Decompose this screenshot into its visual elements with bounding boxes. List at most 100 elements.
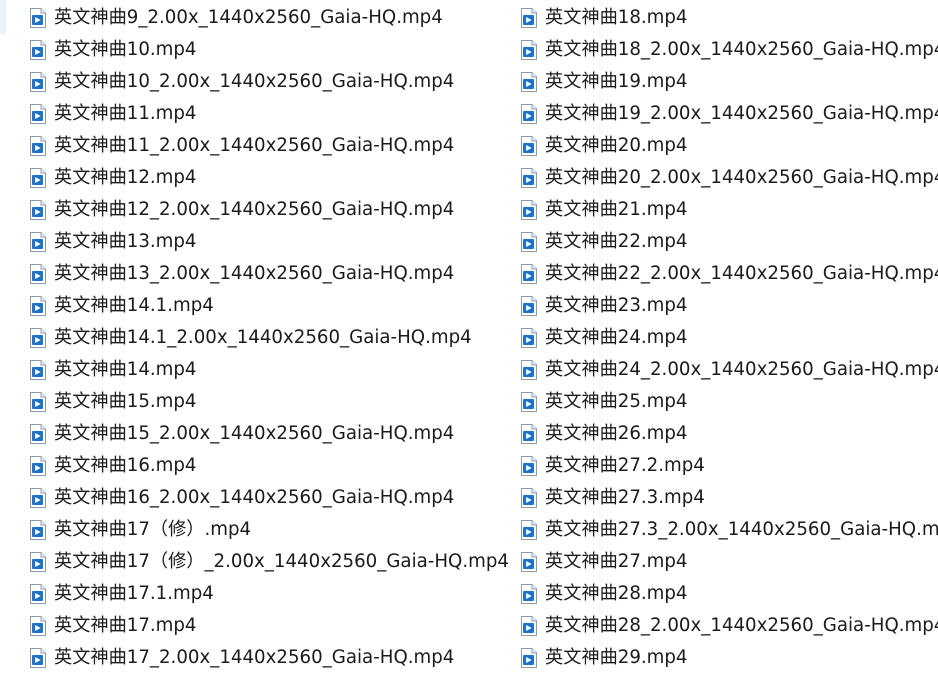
file-name: 英文神曲28.mp4 xyxy=(545,583,688,604)
file-item[interactable]: 英文神曲20.mp4 xyxy=(517,130,938,162)
file-name: 英文神曲24.mp4 xyxy=(545,327,688,348)
file-item[interactable]: 英文神曲17.1.mp4 xyxy=(26,578,496,610)
file-item[interactable]: 英文神曲17（修）_2.00x_1440x2560_Gaia-HQ.mp4 xyxy=(26,546,509,578)
video-file-icon xyxy=(520,520,538,540)
file-item[interactable]: 英文神曲24_2.00x_1440x2560_Gaia-HQ.mp4 xyxy=(517,354,938,386)
file-item[interactable]: 英文神曲13_2.00x_1440x2560_Gaia-HQ.mp4 xyxy=(26,258,496,290)
file-name: 英文神曲24_2.00x_1440x2560_Gaia-HQ.mp4 xyxy=(545,359,938,380)
file-name: 英文神曲14.mp4 xyxy=(54,359,197,380)
file-item[interactable]: 英文神曲14.mp4 xyxy=(26,354,496,386)
file-name: 英文神曲10_2.00x_1440x2560_Gaia-HQ.mp4 xyxy=(54,71,455,92)
file-item[interactable]: 英文神曲28.mp4 xyxy=(517,578,938,610)
video-file-icon xyxy=(520,136,538,156)
file-item[interactable]: 英文神曲24.mp4 xyxy=(517,322,938,354)
file-item[interactable]: 英文神曲16.mp4 xyxy=(26,450,496,482)
file-name: 英文神曲22.mp4 xyxy=(545,231,688,252)
file-name: 英文神曲11_2.00x_1440x2560_Gaia-HQ.mp4 xyxy=(54,135,455,156)
video-file-icon xyxy=(29,360,47,380)
file-name: 英文神曲28_2.00x_1440x2560_Gaia-HQ.mp4 xyxy=(545,615,938,636)
file-name: 英文神曲26.mp4 xyxy=(545,423,688,444)
file-item[interactable]: 英文神曲16_2.00x_1440x2560_Gaia-HQ.mp4 xyxy=(26,482,496,514)
file-name: 英文神曲18.mp4 xyxy=(545,7,688,28)
file-item[interactable]: 英文神曲17.mp4 xyxy=(26,610,496,642)
file-name: 英文神曲15_2.00x_1440x2560_Gaia-HQ.mp4 xyxy=(54,423,455,444)
video-file-icon xyxy=(520,72,538,92)
file-item[interactable]: 英文神曲20_2.00x_1440x2560_Gaia-HQ.mp4 xyxy=(517,162,938,194)
video-file-icon xyxy=(520,296,538,316)
video-file-icon xyxy=(29,72,47,92)
file-name: 英文神曲10.mp4 xyxy=(54,39,197,60)
file-item[interactable]: 英文神曲15.mp4 xyxy=(26,386,496,418)
video-file-icon xyxy=(520,648,538,668)
file-item[interactable]: 英文神曲19_2.00x_1440x2560_Gaia-HQ.mp4 xyxy=(517,98,938,130)
video-file-icon xyxy=(520,456,538,476)
video-file-icon xyxy=(29,456,47,476)
video-file-icon xyxy=(520,168,538,188)
file-item[interactable]: 英文神曲9_2.00x_1440x2560_Gaia-HQ.mp4 xyxy=(26,2,496,34)
file-name: 英文神曲19.mp4 xyxy=(545,71,688,92)
file-item[interactable]: 英文神曲22_2.00x_1440x2560_Gaia-HQ.mp4 xyxy=(517,258,938,290)
video-file-icon xyxy=(520,104,538,124)
file-name: 英文神曲17_2.00x_1440x2560_Gaia-HQ.mp4 xyxy=(54,647,455,668)
video-file-icon xyxy=(520,328,538,348)
file-name: 英文神曲20.mp4 xyxy=(545,135,688,156)
file-item[interactable]: 英文神曲10.mp4 xyxy=(26,34,496,66)
video-file-icon xyxy=(520,8,538,28)
video-file-icon xyxy=(520,232,538,252)
file-item[interactable]: 英文神曲18.mp4 xyxy=(517,2,938,34)
file-name: 英文神曲20_2.00x_1440x2560_Gaia-HQ.mp4 xyxy=(545,167,938,188)
file-name: 英文神曲15.mp4 xyxy=(54,391,197,412)
video-file-icon xyxy=(29,392,47,412)
file-item[interactable]: 英文神曲27.3.mp4 xyxy=(517,482,938,514)
file-name: 英文神曲19_2.00x_1440x2560_Gaia-HQ.mp4 xyxy=(545,103,938,124)
file-name: 英文神曲27.3_2.00x_1440x2560_Gaia-HQ.mp4 xyxy=(545,519,938,540)
video-file-icon xyxy=(520,40,538,60)
video-file-icon xyxy=(29,488,47,508)
file-name: 英文神曲25.mp4 xyxy=(545,391,688,412)
file-item[interactable]: 英文神曲17_2.00x_1440x2560_Gaia-HQ.mp4 xyxy=(26,642,496,674)
file-item[interactable]: 英文神曲13.mp4 xyxy=(26,226,496,258)
file-item[interactable]: 英文神曲27.mp4 xyxy=(517,546,938,578)
file-list: 英文神曲9_2.00x_1440x2560_Gaia-HQ.mp4 英文神曲10… xyxy=(0,2,938,671)
file-item[interactable]: 英文神曲29.mp4 xyxy=(517,642,938,674)
file-item[interactable]: 英文神曲23.mp4 xyxy=(517,290,938,322)
file-name: 英文神曲29.mp4 xyxy=(545,647,688,668)
file-name: 英文神曲17（修）.mp4 xyxy=(54,519,252,540)
file-name: 英文神曲17.mp4 xyxy=(54,615,197,636)
file-item[interactable]: 英文神曲11_2.00x_1440x2560_Gaia-HQ.mp4 xyxy=(26,130,496,162)
file-name: 英文神曲13.mp4 xyxy=(54,231,197,252)
file-item[interactable]: 英文神曲27.2.mp4 xyxy=(517,450,938,482)
file-item[interactable]: 英文神曲28_2.00x_1440x2560_Gaia-HQ.mp4 xyxy=(517,610,938,642)
video-file-icon xyxy=(29,200,47,220)
file-item[interactable]: 英文神曲17（修）.mp4 xyxy=(26,514,496,546)
file-name: 英文神曲12_2.00x_1440x2560_Gaia-HQ.mp4 xyxy=(54,199,455,220)
file-item[interactable]: 英文神曲25.mp4 xyxy=(517,386,938,418)
video-file-icon xyxy=(520,264,538,284)
video-file-icon xyxy=(29,8,47,28)
file-item[interactable]: 英文神曲18_2.00x_1440x2560_Gaia-HQ.mp4 xyxy=(517,34,938,66)
file-name: 英文神曲13_2.00x_1440x2560_Gaia-HQ.mp4 xyxy=(54,263,455,284)
video-file-icon xyxy=(29,552,47,572)
file-item[interactable]: 英文神曲12_2.00x_1440x2560_Gaia-HQ.mp4 xyxy=(26,194,496,226)
file-item[interactable]: 英文神曲14.1.mp4 xyxy=(26,290,496,322)
file-name: 英文神曲17.1.mp4 xyxy=(54,583,214,604)
video-file-icon xyxy=(29,584,47,604)
file-item[interactable]: 英文神曲22.mp4 xyxy=(517,226,938,258)
video-file-icon xyxy=(29,424,47,444)
file-item[interactable]: 英文神曲27.3_2.00x_1440x2560_Gaia-HQ.mp4 xyxy=(517,514,938,546)
video-file-icon xyxy=(29,328,47,348)
file-name: 英文神曲17（修）_2.00x_1440x2560_Gaia-HQ.mp4 xyxy=(54,551,509,572)
file-item[interactable]: 英文神曲26.mp4 xyxy=(517,418,938,450)
file-item[interactable]: 英文神曲10_2.00x_1440x2560_Gaia-HQ.mp4 xyxy=(26,66,496,98)
file-name: 英文神曲12.mp4 xyxy=(54,167,197,188)
file-name: 英文神曲27.2.mp4 xyxy=(545,455,705,476)
video-file-icon xyxy=(520,488,538,508)
file-item[interactable]: 英文神曲15_2.00x_1440x2560_Gaia-HQ.mp4 xyxy=(26,418,496,450)
file-item[interactable]: 英文神曲11.mp4 xyxy=(26,98,496,130)
video-file-icon xyxy=(29,40,47,60)
file-item[interactable]: 英文神曲14.1_2.00x_1440x2560_Gaia-HQ.mp4 xyxy=(26,322,496,354)
file-column-right: 英文神曲18.mp4 英文神曲18_2.00x_1440x2560_Gaia-H… xyxy=(517,2,938,674)
file-item[interactable]: 英文神曲12.mp4 xyxy=(26,162,496,194)
file-item[interactable]: 英文神曲21.mp4 xyxy=(517,194,938,226)
file-item[interactable]: 英文神曲19.mp4 xyxy=(517,66,938,98)
